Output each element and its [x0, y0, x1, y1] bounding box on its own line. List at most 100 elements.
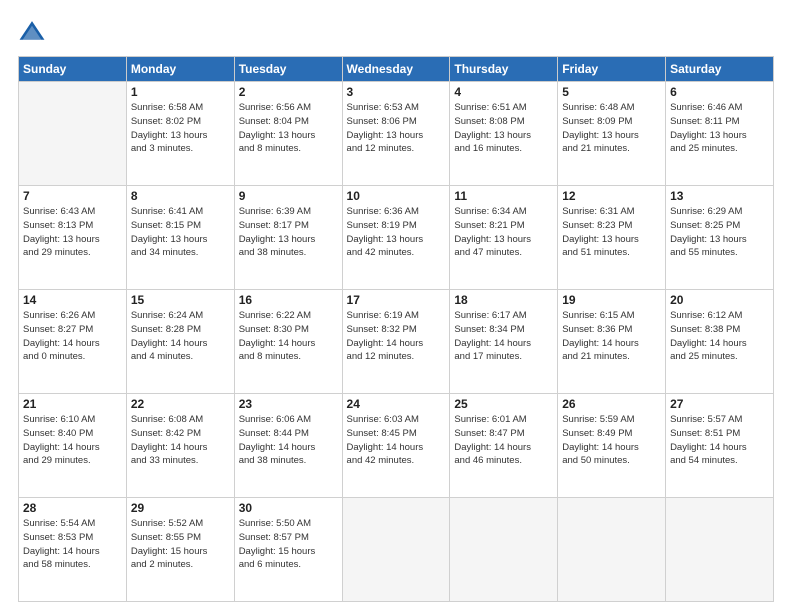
day-cell: 24 Sunrise: 6:03 AM Sunset: 8:45 PM Dayli…: [342, 394, 450, 498]
day-info: Sunrise: 6:19 AM Sunset: 8:32 PM Dayligh…: [347, 309, 446, 364]
day-cell: 17Sunrise: 6:19 AM Sunset: 8:32 PM Dayli…: [342, 290, 450, 394]
day-number: 10: [347, 189, 446, 203]
calendar-table: SundayMondayTuesdayWednesdayThursdayFrid…: [18, 56, 774, 602]
day-cell: 12 Sunrise: 6:31 AM Sunset: 8:23 PM Dayli…: [558, 186, 666, 290]
day-number: 21: [23, 397, 122, 411]
day-cell: 30 Sunrise: 5:50 AM Sunset: 8:57 PM Dayli…: [234, 498, 342, 602]
week-row-3: 14 Sunrise: 6:26 AM Sunset: 8:27 PM Dayli…: [19, 290, 774, 394]
day-cell: 13Sunrise: 6:29 AM Sunset: 8:25 PM Dayli…: [666, 186, 774, 290]
day-info: Sunrise: 6:43 AM Sunset: 8:13 PM Dayligh…: [23, 205, 122, 260]
day-cell: 14 Sunrise: 6:26 AM Sunset: 8:27 PM Dayli…: [19, 290, 127, 394]
day-cell: 22 Sunrise: 6:08 AM Sunset: 8:42 PM Dayli…: [126, 394, 234, 498]
day-cell: 8 Sunrise: 6:41 AM Sunset: 8:15 PM Daylig…: [126, 186, 234, 290]
day-info: Sunrise: 6:17 AM Sunset: 8:34 PM Dayligh…: [454, 309, 553, 364]
day-cell: [19, 82, 127, 186]
day-cell: 25 Sunrise: 6:01 AM Sunset: 8:47 PM Dayli…: [450, 394, 558, 498]
day-cell: 18 Sunrise: 6:17 AM Sunset: 8:34 PM Dayli…: [450, 290, 558, 394]
day-cell: [450, 498, 558, 602]
day-number: 1: [131, 85, 230, 99]
day-cell: 23 Sunrise: 6:06 AM Sunset: 8:44 PM Dayli…: [234, 394, 342, 498]
day-info: Sunrise: 5:59 AM Sunset: 8:49 PM Dayligh…: [562, 413, 661, 468]
day-number: 13: [670, 189, 769, 203]
day-info: Sunrise: 6:06 AM Sunset: 8:44 PM Dayligh…: [239, 413, 338, 468]
day-cell: 10 Sunrise: 6:36 AM Sunset: 8:19 PM Dayli…: [342, 186, 450, 290]
day-number: 4: [454, 85, 553, 99]
day-cell: [342, 498, 450, 602]
day-info: Sunrise: 6:12 AM Sunset: 8:38 PM Dayligh…: [670, 309, 769, 364]
logo: [18, 18, 50, 46]
day-number: 11: [454, 189, 553, 203]
week-row-4: 21 Sunrise: 6:10 AM Sunset: 8:40 PM Dayli…: [19, 394, 774, 498]
day-info: Sunrise: 6:10 AM Sunset: 8:40 PM Dayligh…: [23, 413, 122, 468]
day-cell: 27Sunrise: 5:57 AM Sunset: 8:51 PM Dayli…: [666, 394, 774, 498]
weekday-header-friday: Friday: [558, 57, 666, 82]
weekday-header-thursday: Thursday: [450, 57, 558, 82]
day-number: 8: [131, 189, 230, 203]
day-cell: 7 Sunrise: 6:43 AM Sunset: 8:13 PM Daylig…: [19, 186, 127, 290]
day-number: 12: [562, 189, 661, 203]
week-row-5: 28 Sunrise: 5:54 AM Sunset: 8:53 PM Dayli…: [19, 498, 774, 602]
day-number: 30: [239, 501, 338, 515]
day-info: Sunrise: 6:15 AM Sunset: 8:36 PM Dayligh…: [562, 309, 661, 364]
day-info: Sunrise: 6:03 AM Sunset: 8:45 PM Dayligh…: [347, 413, 446, 468]
day-info: Sunrise: 6:48 AM Sunset: 8:09 PM Dayligh…: [562, 101, 661, 156]
header: [18, 18, 774, 46]
day-cell: 4 Sunrise: 6:51 AM Sunset: 8:08 PM Daylig…: [450, 82, 558, 186]
day-info: Sunrise: 6:58 AM Sunset: 8:02 PM Dayligh…: [131, 101, 230, 156]
day-info: Sunrise: 6:26 AM Sunset: 8:27 PM Dayligh…: [23, 309, 122, 364]
day-info: Sunrise: 6:08 AM Sunset: 8:42 PM Dayligh…: [131, 413, 230, 468]
day-info: Sunrise: 6:51 AM Sunset: 8:08 PM Dayligh…: [454, 101, 553, 156]
day-info: Sunrise: 6:34 AM Sunset: 8:21 PM Dayligh…: [454, 205, 553, 260]
day-cell: [558, 498, 666, 602]
day-cell: 6 Sunrise: 6:46 AM Sunset: 8:11 PM Daylig…: [666, 82, 774, 186]
calendar-header: SundayMondayTuesdayWednesdayThursdayFrid…: [19, 57, 774, 82]
day-number: 7: [23, 189, 122, 203]
day-info: Sunrise: 6:39 AM Sunset: 8:17 PM Dayligh…: [239, 205, 338, 260]
day-info: Sunrise: 5:57 AM Sunset: 8:51 PM Dayligh…: [670, 413, 769, 468]
day-cell: 2Sunrise: 6:56 AM Sunset: 8:04 PM Daylig…: [234, 82, 342, 186]
day-info: Sunrise: 5:52 AM Sunset: 8:55 PM Dayligh…: [131, 517, 230, 572]
day-cell: 29Sunrise: 5:52 AM Sunset: 8:55 PM Dayli…: [126, 498, 234, 602]
day-info: Sunrise: 6:31 AM Sunset: 8:23 PM Dayligh…: [562, 205, 661, 260]
weekday-header-saturday: Saturday: [666, 57, 774, 82]
day-number: 16: [239, 293, 338, 307]
day-cell: 1 Sunrise: 6:58 AM Sunset: 8:02 PM Daylig…: [126, 82, 234, 186]
day-info: Sunrise: 5:50 AM Sunset: 8:57 PM Dayligh…: [239, 517, 338, 572]
weekday-header-tuesday: Tuesday: [234, 57, 342, 82]
day-number: 25: [454, 397, 553, 411]
day-number: 14: [23, 293, 122, 307]
weekday-header-wednesday: Wednesday: [342, 57, 450, 82]
day-info: Sunrise: 5:54 AM Sunset: 8:53 PM Dayligh…: [23, 517, 122, 572]
day-info: Sunrise: 6:01 AM Sunset: 8:47 PM Dayligh…: [454, 413, 553, 468]
day-cell: 9 Sunrise: 6:39 AM Sunset: 8:17 PM Daylig…: [234, 186, 342, 290]
weekday-header-sunday: Sunday: [19, 57, 127, 82]
day-number: 22: [131, 397, 230, 411]
day-number: 9: [239, 189, 338, 203]
day-cell: 28 Sunrise: 5:54 AM Sunset: 8:53 PM Dayli…: [19, 498, 127, 602]
day-number: 19: [562, 293, 661, 307]
calendar-body: 1 Sunrise: 6:58 AM Sunset: 8:02 PM Daylig…: [19, 82, 774, 602]
day-number: 26: [562, 397, 661, 411]
day-cell: 21 Sunrise: 6:10 AM Sunset: 8:40 PM Dayli…: [19, 394, 127, 498]
day-info: Sunrise: 6:46 AM Sunset: 8:11 PM Dayligh…: [670, 101, 769, 156]
day-cell: 20Sunrise: 6:12 AM Sunset: 8:38 PM Dayli…: [666, 290, 774, 394]
day-info: Sunrise: 6:24 AM Sunset: 8:28 PM Dayligh…: [131, 309, 230, 364]
day-info: Sunrise: 6:41 AM Sunset: 8:15 PM Dayligh…: [131, 205, 230, 260]
weekday-header-monday: Monday: [126, 57, 234, 82]
page: SundayMondayTuesdayWednesdayThursdayFrid…: [0, 0, 792, 612]
day-cell: [666, 498, 774, 602]
day-number: 24: [347, 397, 446, 411]
day-info: Sunrise: 6:22 AM Sunset: 8:30 PM Dayligh…: [239, 309, 338, 364]
day-number: 6: [670, 85, 769, 99]
week-row-1: 1 Sunrise: 6:58 AM Sunset: 8:02 PM Daylig…: [19, 82, 774, 186]
day-number: 18: [454, 293, 553, 307]
day-number: 28: [23, 501, 122, 515]
day-info: Sunrise: 6:53 AM Sunset: 8:06 PM Dayligh…: [347, 101, 446, 156]
logo-icon: [18, 18, 46, 46]
day-number: 2: [239, 85, 338, 99]
day-cell: 3Sunrise: 6:53 AM Sunset: 8:06 PM Daylig…: [342, 82, 450, 186]
day-cell: 19 Sunrise: 6:15 AM Sunset: 8:36 PM Dayli…: [558, 290, 666, 394]
day-cell: 11 Sunrise: 6:34 AM Sunset: 8:21 PM Dayli…: [450, 186, 558, 290]
day-info: Sunrise: 6:36 AM Sunset: 8:19 PM Dayligh…: [347, 205, 446, 260]
day-number: 23: [239, 397, 338, 411]
